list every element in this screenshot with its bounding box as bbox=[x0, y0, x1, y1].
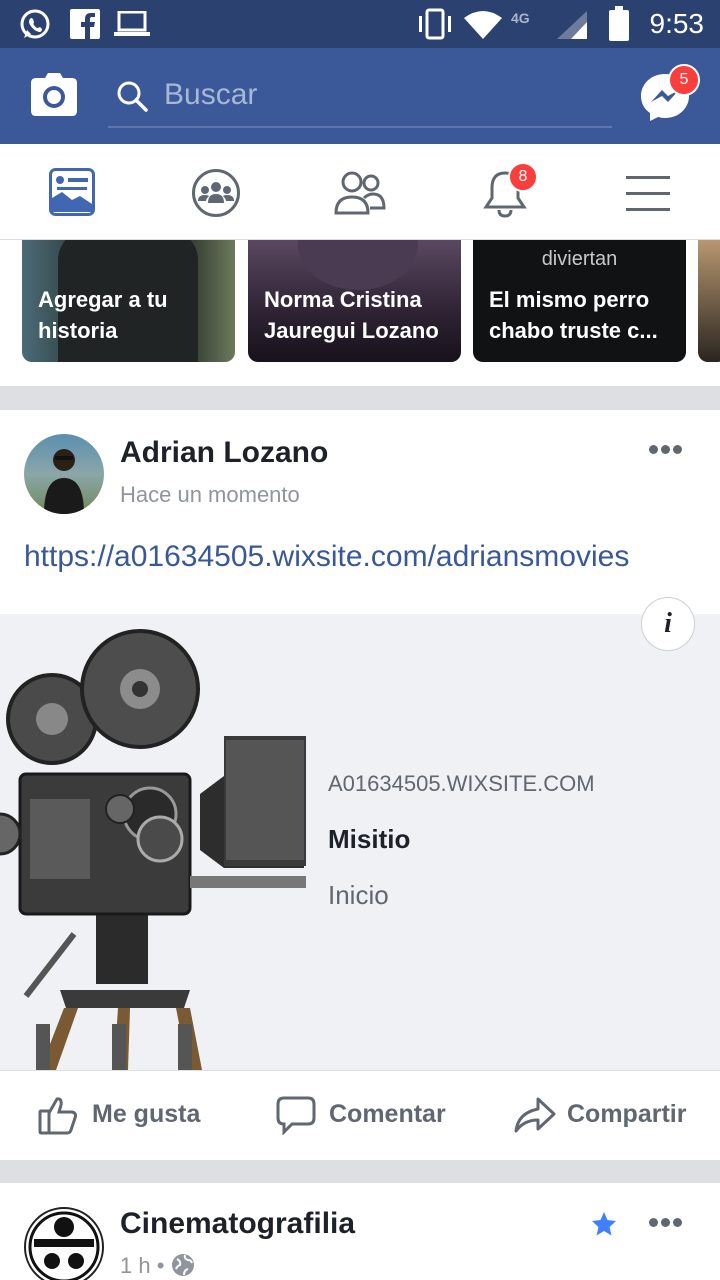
movie-camera-image bbox=[0, 629, 306, 1070]
comment-label: Comentar bbox=[329, 1100, 446, 1128]
tab-news-feed[interactable] bbox=[0, 144, 144, 240]
top-bar: Buscar 5 bbox=[0, 48, 720, 144]
story-next-partial[interactable] bbox=[698, 240, 720, 362]
story-label: chabo truste c... bbox=[489, 318, 658, 343]
share-label: Compartir bbox=[567, 1100, 687, 1128]
tab-groups[interactable] bbox=[144, 144, 288, 240]
clock: 9:53 bbox=[649, 8, 705, 39]
preview-title: Misitio bbox=[328, 824, 411, 854]
status-bar: 4G 9:53 bbox=[0, 0, 720, 48]
avatar[interactable] bbox=[24, 1207, 104, 1280]
search-placeholder: Buscar bbox=[164, 78, 258, 111]
post-cinematografilia: Cinematografilia 1 h • bbox=[0, 1183, 720, 1280]
network-type: 4G bbox=[511, 10, 530, 26]
whatsapp-icon bbox=[20, 9, 50, 39]
camera-icon[interactable] bbox=[30, 72, 78, 118]
cinematografilia-logo bbox=[28, 1211, 100, 1280]
story-label: Jauregui Lozano bbox=[264, 318, 439, 343]
app-root: 4G 9:53 Buscar 5 8 Agregar a tu historia… bbox=[0, 0, 720, 1280]
like-icon bbox=[38, 1097, 78, 1135]
post-author[interactable]: Cinematografilia bbox=[120, 1207, 355, 1241]
preview-description: Inicio bbox=[328, 880, 389, 910]
avatar-person bbox=[44, 449, 84, 514]
preview-domain: A01634505.WIXSITE.COM bbox=[328, 771, 595, 796]
story-norma[interactable]: Norma Cristina Jauregui Lozano bbox=[248, 240, 461, 362]
like-label: Me gusta bbox=[92, 1100, 201, 1128]
nav-tabs: 8 bbox=[0, 144, 720, 240]
groups-icon bbox=[192, 169, 240, 217]
post-time-text: 1 h • bbox=[120, 1253, 165, 1278]
share-button[interactable]: Compartir bbox=[500, 1071, 710, 1159]
notifications-badge: 8 bbox=[508, 162, 538, 192]
post-time: Hace un momento bbox=[120, 482, 300, 507]
friends-icon bbox=[334, 171, 386, 215]
signal-icon bbox=[557, 11, 587, 39]
avatar[interactable] bbox=[24, 434, 104, 514]
comment-button[interactable]: Comentar bbox=[260, 1071, 460, 1159]
tab-friends[interactable] bbox=[288, 144, 432, 240]
post-time: 1 h • bbox=[120, 1253, 195, 1279]
story-label: Norma Cristina bbox=[264, 287, 422, 312]
facebook-icon bbox=[70, 9, 100, 39]
stories-tray: Agregar a tu historia Norma Cristina Jaure… bbox=[0, 240, 720, 386]
news-feed-icon bbox=[49, 168, 95, 216]
laptop-icon bbox=[114, 11, 150, 36]
hamburger-menu-icon bbox=[626, 176, 670, 211]
globe-icon bbox=[171, 1254, 194, 1276]
info-button[interactable]: i bbox=[641, 597, 695, 651]
comment-icon bbox=[276, 1096, 316, 1135]
post-link[interactable]: https://a01634505.wixsite.com/adriansmov… bbox=[24, 540, 629, 574]
story-label: Agregar a tu bbox=[38, 287, 168, 312]
wifi-icon bbox=[464, 11, 502, 39]
story-add[interactable]: Agregar a tu historia bbox=[22, 240, 235, 362]
story-top-text: diviertan bbox=[541, 248, 618, 270]
more-options-icon[interactable] bbox=[649, 1218, 685, 1230]
post-author[interactable]: Adrian Lozano bbox=[120, 436, 328, 470]
tab-menu[interactable] bbox=[576, 144, 720, 240]
story-label: historia bbox=[38, 318, 118, 343]
more-options-icon[interactable] bbox=[649, 445, 685, 457]
messenger-button[interactable]: 5 bbox=[640, 64, 700, 132]
messenger-badge: 5 bbox=[668, 64, 700, 96]
battery-icon bbox=[609, 6, 629, 41]
link-preview[interactable]: A01634505.WIXSITE.COM Misitio Inicio bbox=[0, 614, 720, 1070]
like-button[interactable]: Me gusta bbox=[20, 1071, 220, 1159]
story-face bbox=[298, 240, 418, 290]
vibrate-icon bbox=[419, 8, 451, 40]
post-actions: Me gusta Comentar Compartir bbox=[0, 1070, 720, 1158]
story-perro[interactable]: diviertan El mismo perro chabo truste c..… bbox=[473, 240, 686, 362]
search-box[interactable]: Buscar bbox=[108, 66, 612, 128]
story-label: El mismo perro bbox=[489, 287, 650, 312]
search-icon bbox=[117, 81, 148, 112]
star-icon[interactable] bbox=[591, 1211, 617, 1237]
share-icon bbox=[514, 1097, 556, 1133]
tab-notifications[interactable]: 8 bbox=[432, 144, 576, 240]
